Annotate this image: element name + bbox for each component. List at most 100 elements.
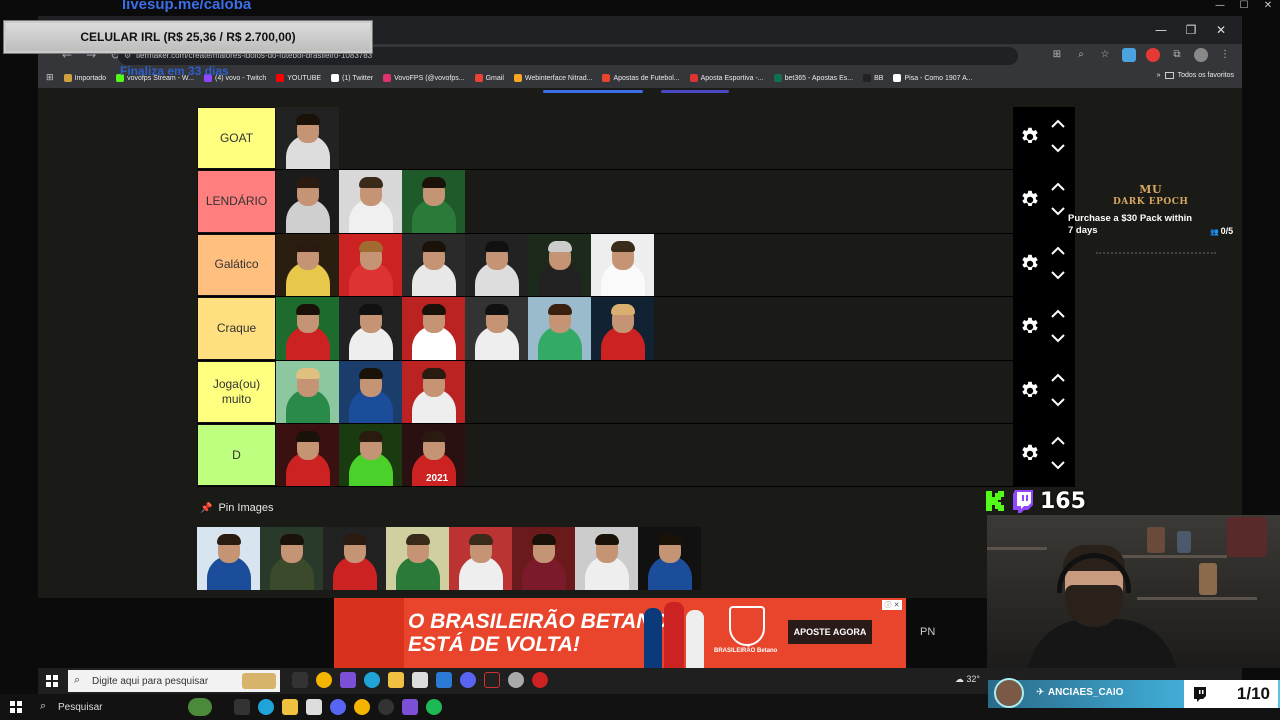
player-image[interactable] [449,527,512,590]
puzzle-icon[interactable]: ⧉ [1170,48,1184,62]
task-view-icon[interactable] [234,699,250,715]
tier-items[interactable]: 2021 [276,423,1013,487]
extension-icon[interactable] [1146,48,1160,62]
player-image[interactable] [402,170,465,233]
mu-ad-widget[interactable]: MU DARK EPOCH Purchase a $30 Pack within… [1068,180,1248,262]
obs-icon[interactable] [378,699,394,715]
chevron-up-icon[interactable] [1051,373,1065,383]
chevron-down-icon[interactable] [1051,333,1065,343]
close-button[interactable]: ✕ [1206,23,1236,37]
player-image[interactable] [339,170,402,233]
player-image[interactable] [276,423,339,487]
windows-start-icon[interactable] [46,675,58,687]
bookmark-item[interactable]: Importado [63,74,106,82]
bookmark-item[interactable]: Gmail [474,74,504,82]
tier-label[interactable]: Galático [197,233,276,297]
bookmark-item[interactable]: Apostas de Futebol... [602,74,680,82]
player-image[interactable] [323,527,386,590]
tier-label[interactable]: Craque [197,297,276,360]
tier-items[interactable] [276,107,1013,170]
player-image[interactable] [276,170,339,233]
task-view-icon[interactable] [292,672,308,688]
gear-icon[interactable] [1019,315,1041,337]
player-image[interactable] [528,233,591,297]
bookmark-item[interactable]: Aposta Esportiva -... [689,74,764,82]
taskbar-search-input[interactable]: ⌕ Digite aqui para pesquisar [68,670,280,692]
discord-icon[interactable] [330,699,346,715]
player-image[interactable] [339,233,402,297]
player-image[interactable] [197,527,260,590]
chevron-up-icon[interactable] [1051,182,1065,192]
tier-items[interactable] [276,170,1013,233]
gear-icon[interactable] [1019,379,1041,401]
chrome-icon[interactable] [354,699,370,715]
tier-items[interactable] [276,360,1013,423]
spotify-icon[interactable] [426,699,442,715]
star-icon[interactable]: ☆ [1098,48,1112,62]
windows-start-icon[interactable] [10,701,22,713]
explorer-icon[interactable] [282,699,298,715]
gear-icon[interactable] [1019,125,1041,147]
edge-icon[interactable] [258,699,274,715]
player-image[interactable] [402,233,465,297]
store-icon[interactable] [306,699,322,715]
menu-icon[interactable]: ⋮ [1218,48,1232,62]
tier-label[interactable]: D [197,423,276,487]
bookmark-item[interactable]: VovoFPS (@vovofps... [383,74,465,82]
explorer-icon[interactable] [388,672,404,688]
bookmark-item[interactable]: BB [863,74,883,82]
player-image[interactable] [512,527,575,590]
restore-button[interactable]: ❐ [1176,23,1206,37]
extension-icon[interactable] [1122,48,1136,62]
player-image[interactable]: 2021 [402,423,465,487]
gear-icon[interactable] [1019,442,1041,464]
app-icon[interactable] [402,699,418,715]
outer-search-input[interactable]: ⌕ Pesquisar [30,697,220,717]
aposte-agora-button[interactable]: APOSTE AGORA [788,620,872,644]
betano-banner-ad[interactable]: O BRASILEIRÃO BETANO ESTÁ DE VOLTA! BRAS… [334,598,906,668]
gear-icon[interactable] [1019,252,1041,274]
discord-icon[interactable] [460,672,476,688]
close-icon[interactable]: ✕ [1256,0,1280,16]
minimize-icon[interactable]: — [1208,0,1232,16]
zoom-icon[interactable]: ⌕ [1074,48,1088,62]
chevron-right-icon[interactable]: » [1157,72,1161,79]
bookmark-item[interactable]: bet365 - Apostas Es... [773,74,853,82]
player-image[interactable] [386,527,449,590]
all-bookmarks[interactable]: » Todos os favoritos [1157,72,1234,79]
chevron-down-icon[interactable] [1051,270,1065,280]
bookmark-item[interactable]: (1) Twitter [331,74,373,82]
apps-icon[interactable]: ⊞ [46,73,54,83]
tier-label[interactable]: LENDÁRIO [197,170,276,233]
store-icon[interactable] [412,672,428,688]
player-image[interactable] [276,360,339,423]
translate-icon[interactable]: ⊞ [1050,48,1064,62]
chrome-icon[interactable] [316,672,332,688]
player-image[interactable] [339,423,402,487]
chevron-up-icon[interactable] [1051,309,1065,319]
tier-items[interactable] [276,297,1013,360]
tier-label[interactable]: Joga(ou) muito [197,360,276,423]
chevron-down-icon[interactable] [1051,397,1065,407]
edge-icon[interactable] [364,672,380,688]
player-image[interactable] [402,297,465,360]
player-image[interactable] [528,297,591,360]
bookmark-item[interactable]: Webinterface Nitrad... [513,74,592,82]
player-image[interactable] [465,297,528,360]
player-image[interactable] [276,107,339,170]
player-image[interactable] [638,527,701,590]
player-image[interactable] [591,233,654,297]
player-image[interactable] [339,360,402,423]
chevron-up-icon[interactable] [1051,436,1065,446]
player-image[interactable] [276,297,339,360]
player-image[interactable] [260,527,323,590]
minimize-button[interactable]: — [1146,23,1176,37]
mail-icon[interactable] [436,672,452,688]
ad-close-icon[interactable]: ⓘ ✕ [882,600,902,610]
maximize-icon[interactable]: ☐ [1232,0,1256,16]
player-image[interactable] [575,527,638,590]
app-icon[interactable] [340,672,356,688]
chevron-down-icon[interactable] [1051,460,1065,470]
bookmark-item[interactable]: Pisa - Como 1907 A... [893,74,973,82]
app-icon[interactable] [484,672,500,688]
